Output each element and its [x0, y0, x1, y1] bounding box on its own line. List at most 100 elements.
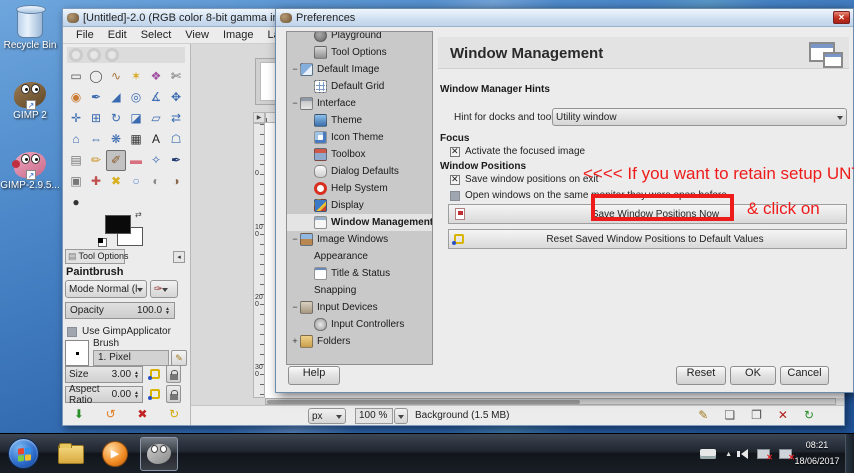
tab-tool-options[interactable]: ▤ Tool Options: [65, 249, 129, 264]
reset-saved-positions-button[interactable]: Reset Saved Window Positions to Default …: [448, 229, 847, 249]
aspect-ratio-entry[interactable]: Aspect Ratio 0.00 ▲ ▼: [65, 384, 143, 406]
start-button[interactable]: [8, 438, 39, 469]
spinner-icon[interactable]: ▲ ▼: [165, 306, 170, 315]
tree-expander-icon[interactable]: −: [290, 303, 300, 312]
tool-cage-transform-icon[interactable]: ⇔: [86, 129, 106, 150]
tool-bucket-fill-icon[interactable]: ☖: [166, 129, 186, 150]
duplicate-layer-icon[interactable]: ❐: [751, 408, 762, 422]
tool-flip-icon[interactable]: ⇄: [166, 108, 186, 129]
refresh-icon[interactable]: ↻: [804, 408, 814, 422]
prefs-tree-item-folders[interactable]: + Folders: [287, 333, 432, 350]
prefs-tree-item-input-controllers[interactable]: Input Controllers: [287, 316, 432, 333]
tool-fuzzy-select-icon[interactable]: ✶: [126, 66, 146, 87]
reset-button[interactable]: Reset: [676, 366, 726, 385]
tool-color-picker-icon[interactable]: ◢: [106, 87, 126, 108]
taskbar-explorer-button[interactable]: [52, 437, 90, 471]
checkbox-icon[interactable]: [450, 190, 460, 201]
close-button[interactable]: ✕: [833, 11, 850, 24]
paint-mode-combo[interactable]: Mode Normal (le: [65, 280, 147, 298]
tool-perspective-clone-icon[interactable]: ◑: [166, 171, 186, 192]
menu-image[interactable]: Image: [216, 29, 261, 41]
tool-ink-icon[interactable]: ✒: [166, 150, 186, 171]
prefs-tree-item-help-system[interactable]: Help System: [287, 180, 432, 197]
taskbar-mediaplayer-button[interactable]: ▶: [96, 437, 134, 471]
tool-zoom-icon[interactable]: ◎: [126, 87, 146, 108]
reset-aspect-icon[interactable]: [148, 389, 160, 400]
reset-size-icon[interactable]: [148, 369, 160, 380]
tool-scissors-select-icon[interactable]: ✄: [166, 66, 186, 87]
restore-preset-icon[interactable]: ↺: [106, 407, 116, 421]
tool-mypaint-brush-icon[interactable]: ●: [66, 192, 86, 213]
zoom-combo-button[interactable]: [394, 408, 408, 424]
brush-preview[interactable]: [65, 340, 89, 366]
hint-dropdown[interactable]: Utility window: [552, 108, 847, 126]
blend-mode-combo[interactable]: ✑: [150, 280, 178, 298]
prefs-tree-item-interface[interactable]: − Interface: [287, 95, 432, 112]
prefs-tree-item-input-devices[interactable]: − Input Devices: [287, 299, 432, 316]
link-aspect-button[interactable]: [166, 385, 181, 403]
prefs-tree-item-icon-theme[interactable]: Icon Theme: [287, 129, 432, 146]
tool-text-icon[interactable]: A: [146, 129, 166, 150]
ok-button[interactable]: OK: [730, 366, 776, 385]
spinner-icon[interactable]: ▲ ▼: [134, 390, 139, 399]
tree-expander-icon[interactable]: +: [290, 337, 300, 346]
tool-ellipse-select-icon[interactable]: ◯: [86, 66, 106, 87]
swap-colors-icon[interactable]: ⇄: [135, 210, 142, 219]
volume-icon[interactable]: [737, 449, 748, 459]
network-error-icon[interactable]: [757, 449, 773, 462]
prefs-tree-item-title-status[interactable]: Title & Status: [287, 265, 432, 282]
taskbar-gimp-button[interactable]: [140, 437, 178, 471]
tool-clone-icon[interactable]: ▣: [66, 171, 86, 192]
preferences-titlebar[interactable]: Preferences ✕: [276, 9, 853, 27]
tool-free-select-icon[interactable]: ∿: [106, 66, 126, 87]
menu-view[interactable]: View: [178, 29, 216, 41]
prefs-tree-item-image-windows[interactable]: − Image Windows: [287, 231, 432, 248]
taskbar-clock[interactable]: 08:21 18/06/2017: [793, 437, 841, 469]
tool-dodge-burn-icon[interactable]: ◐: [146, 171, 166, 192]
prefs-tree-item-default-grid[interactable]: Default Grid: [287, 78, 432, 95]
checkbox-icon[interactable]: [450, 174, 460, 185]
tool-convolve-icon[interactable]: ○: [126, 171, 146, 192]
edit-icon[interactable]: ✎: [698, 408, 708, 422]
delete-preset-icon[interactable]: ✖: [137, 407, 147, 421]
tool-shear-icon[interactable]: ▱: [146, 108, 166, 129]
ruler-origin-button[interactable]: ▶: [253, 112, 265, 123]
tool-select-by-color-icon[interactable]: ❖: [146, 66, 166, 87]
desktop-icon-recycle-bin[interactable]: Recycle Bin: [0, 5, 60, 51]
activate-focused-image-checkbox[interactable]: Activate the focused image: [450, 146, 585, 157]
prefs-tree-item-tool-options[interactable]: Tool Options: [287, 44, 432, 61]
tool-rotate-icon[interactable]: ↻: [106, 108, 126, 129]
prefs-tree-item-default-image[interactable]: − Default Image: [287, 61, 432, 78]
use-gimpapplicator-checkbox[interactable]: Use GimpApplicator: [67, 326, 171, 337]
prefs-tree-item-window-management[interactable]: Window Management: [287, 214, 432, 231]
prefs-tree-item-appearance[interactable]: Appearance: [287, 248, 432, 265]
show-desktop-button[interactable]: [845, 434, 854, 473]
tool-eraser-icon[interactable]: ▬: [126, 150, 146, 171]
tool-smudge-icon[interactable]: ✖: [106, 171, 126, 192]
tool-rect-select-icon[interactable]: ▭: [66, 66, 86, 87]
show-hidden-icons-button[interactable]: ▲: [725, 451, 732, 458]
prefs-tree-item-playground[interactable]: Playground: [287, 32, 432, 44]
tool-heal-icon[interactable]: ✚: [86, 171, 106, 192]
save-preset-icon[interactable]: ⬇: [74, 407, 84, 421]
brush-size-entry[interactable]: Size 3.00 ▲ ▼: [65, 366, 143, 383]
keyboard-tray-icon[interactable]: [700, 449, 717, 459]
desktop-icon-gimp295[interactable]: ↗ GIMP-2.9.5...: [0, 152, 60, 191]
foreground-color-swatch[interactable]: [105, 215, 131, 234]
tool-pattern-icon[interactable]: ▦: [126, 129, 146, 150]
prefs-tree-item-dialog-defaults[interactable]: Dialog Defaults: [287, 163, 432, 180]
tool-move-icon[interactable]: ✥: [166, 87, 186, 108]
tool-pencil-icon[interactable]: ✏: [86, 150, 106, 171]
delete-icon[interactable]: ✕: [778, 408, 788, 422]
tool-alignment-icon[interactable]: ✛: [66, 108, 86, 129]
prefs-tree-item-display[interactable]: Display: [287, 197, 432, 214]
menu-edit[interactable]: Edit: [101, 29, 134, 41]
tool-crop-icon[interactable]: ◉: [66, 87, 86, 108]
checkbox-icon[interactable]: [67, 326, 77, 337]
tool-paintbrush-icon[interactable]: ✐: [106, 150, 126, 171]
new-layer-icon[interactable]: ❏: [724, 408, 735, 422]
tool-options-menu-button[interactable]: ◂: [173, 251, 185, 263]
opacity-slider[interactable]: Opacity 100.0 ▲ ▼: [65, 302, 175, 319]
scrollbar-thumb[interactable]: [267, 400, 580, 404]
prefs-tree-item-toolbox[interactable]: Toolbox: [287, 146, 432, 163]
